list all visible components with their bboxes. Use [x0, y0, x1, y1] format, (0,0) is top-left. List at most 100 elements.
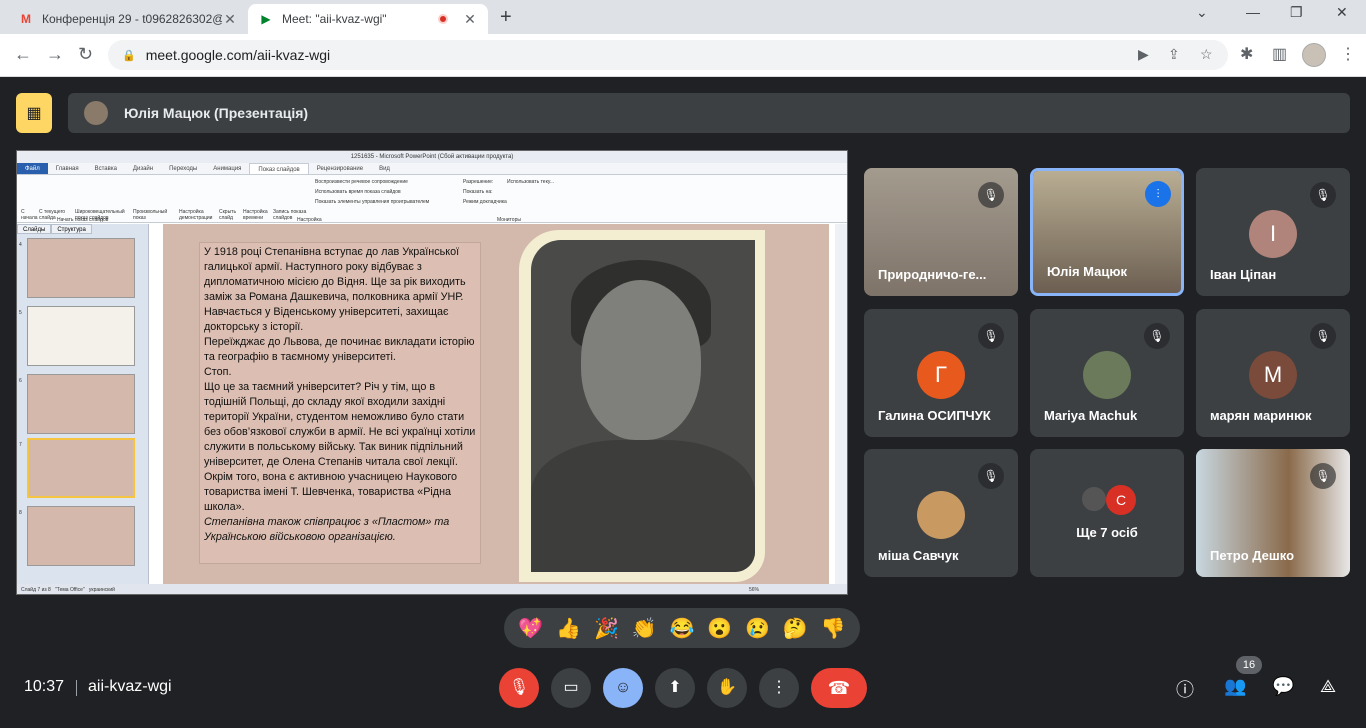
status-slide: Слайд 7 из 8 [21, 587, 51, 593]
camera-blocked-icon[interactable]: ▶ [1138, 46, 1149, 63]
participant-tile[interactable]: 🎙 М марян маринюк [1196, 309, 1350, 437]
party-reaction[interactable]: 🎉 [594, 616, 619, 641]
activities-icon[interactable]: ⟁ [1320, 676, 1336, 697]
slide-paragraph: Переїжджає до Львова, де починає виклада… [204, 336, 475, 363]
participant-name: марян маринюк [1210, 408, 1312, 423]
ppt-status-bar: Слайд 7 из 8 "Тема Office" украинский 56… [17, 584, 847, 594]
camera-toggle-button[interactable]: ▭ [551, 668, 591, 708]
slide-thumbnails: Слайды Структура 4 5 6 7 8 [17, 224, 149, 586]
ribbon-label: Использовать теку... [507, 179, 554, 185]
stop-presenting-icon[interactable]: ▦ [16, 93, 52, 133]
participant-name: Петро Дешко [1210, 548, 1295, 563]
ribbon-label: Воспроизвести речевое сопровождение [315, 179, 408, 185]
thumbs-up-reaction[interactable]: 👍 [556, 616, 581, 641]
address-bar[interactable]: 🔒 meet.google.com/aii-kvaz-wgi [108, 40, 1228, 70]
participant-tile[interactable]: 🎙 І Іван Ціпан [1196, 168, 1350, 296]
close-icon[interactable]: ✕ [462, 11, 478, 28]
back-icon[interactable]: ← [14, 44, 32, 65]
new-tab-button[interactable]: + [500, 6, 512, 29]
status-theme: "Тема Office" [55, 587, 85, 593]
heart-reaction[interactable]: 💖 [518, 616, 543, 641]
minimize-button[interactable]: — [1246, 4, 1260, 20]
ribbon-label: Разрешение: [463, 179, 494, 185]
participant-tile-speaking[interactable]: ⫶ Юлія Мацюк [1030, 168, 1184, 296]
surprised-reaction[interactable]: 😮 [707, 616, 732, 641]
presenter-bar: Юлія Мацюк (Презентація) [68, 93, 1350, 133]
more-options-button[interactable]: ⋮ [759, 668, 799, 708]
thumb-number: 4 [19, 242, 22, 248]
participant-tile[interactable]: 🎙 Природничо-ге... [864, 168, 1018, 296]
ribbon-label: Режим докладчика [463, 199, 507, 205]
close-window-button[interactable]: ✕ [1336, 4, 1348, 21]
mic-toggle-button[interactable]: 🎙 [499, 668, 539, 708]
slide-paragraph: У 1918 році Степанівна вступає до лав Ук… [204, 246, 466, 333]
tab-meet[interactable]: ▶ Meet: "aii-kvaz-wgi" ✕ [248, 4, 488, 34]
tab-bar: M Конференція 29 - t0962826302@ ✕ ▶ Meet… [0, 0, 1366, 34]
restore-button[interactable]: ❐ [1290, 4, 1303, 21]
end-call-button[interactable]: ☎ [811, 668, 867, 708]
ribbon-label: С начала [21, 209, 38, 221]
clap-reaction[interactable]: 👏 [632, 616, 657, 641]
slide-thumbnail [27, 238, 135, 298]
ribbon-label: Скрыть слайд [219, 209, 237, 221]
slide-thumbnail [27, 374, 135, 434]
ribbon-label: Настройка времени [243, 209, 268, 221]
avatar: М [1249, 351, 1297, 399]
thumbs-down-reaction[interactable]: 👎 [821, 616, 846, 641]
ppt-window-title: 1251635 - Microsoft PowerPoint (Сбой акт… [17, 151, 847, 163]
thumb-number: 8 [19, 510, 22, 516]
star-icon[interactable]: ☆ [1200, 46, 1213, 63]
mic-off-icon: 🎙 [1310, 463, 1336, 489]
tab-gmail[interactable]: M Конференція 29 - t0962826302@ ✕ [8, 4, 248, 34]
info-icon[interactable]: ⓘ [1176, 676, 1194, 702]
close-icon[interactable]: ✕ [222, 11, 238, 28]
share-icon[interactable]: ⇪ [1168, 46, 1180, 63]
sad-reaction[interactable]: 😢 [745, 616, 770, 641]
ribbon-tab: Дизайн [132, 166, 154, 172]
current-slide: У 1918 році Степанівна вступає до лав Ук… [163, 224, 829, 584]
thumb-number: 6 [19, 378, 22, 384]
slide-thumbnail-selected [27, 438, 135, 498]
portrait-photo [531, 240, 755, 572]
ribbon-label: Использовать время показа слайдов [315, 189, 401, 195]
profile-avatar[interactable] [1302, 43, 1326, 67]
more-participants-tile[interactable]: С Ще 7 осіб [1030, 449, 1184, 577]
reactions-bar: 💖 👍 🎉 👏 😂 😮 😢 🤔 👎 [504, 608, 860, 648]
extensions-icon[interactable]: ✱ [1240, 44, 1253, 64]
mic-off-icon: 🎙 [1144, 323, 1170, 349]
present-button[interactable]: ⬆ [655, 668, 695, 708]
raise-hand-button[interactable]: ✋ [707, 668, 747, 708]
chat-icon[interactable]: 💬 [1272, 676, 1294, 697]
portrait-frame [519, 230, 765, 582]
ppt-ribbon-tabs: Файл Главная Вставка Дизайн Переходы Ани… [17, 163, 847, 175]
url-text: meet.google.com/aii-kvaz-wgi [145, 47, 331, 63]
forward-icon[interactable]: → [46, 44, 64, 65]
laugh-reaction[interactable]: 😂 [669, 616, 694, 641]
ribbon-tab: Вид [379, 166, 390, 172]
menu-icon[interactable]: ⋮ [1340, 44, 1356, 64]
mic-off-icon: 🎙 [1310, 182, 1336, 208]
participant-tile[interactable]: 🎙 Г Галина ОСИПЧУК [864, 309, 1018, 437]
people-icon[interactable]: 👥 [1224, 676, 1246, 697]
reactions-button[interactable]: ☺ [603, 668, 643, 708]
ribbon-tab: Анимация [213, 166, 242, 172]
avatar-photo [917, 491, 965, 539]
participant-tile[interactable]: 🎙 Петро Дешко [1196, 449, 1350, 577]
ribbon-tab: Переходы [169, 166, 198, 172]
participant-name: Іван Ціпан [1210, 267, 1277, 282]
chevron-down-icon[interactable]: ⌄ [1196, 4, 1208, 21]
participant-tile[interactable]: 🎙 Mariya Machuk [1030, 309, 1184, 437]
thumb-tabs: Слайды Структура [17, 224, 148, 234]
scrollbar [835, 224, 847, 584]
mic-off-icon: 🎙 [978, 323, 1004, 349]
avatar-photo [1083, 351, 1131, 399]
thinking-reaction[interactable]: 🤔 [783, 616, 808, 641]
participant-tile[interactable]: 🎙 міша Савчук [864, 449, 1018, 577]
reload-icon[interactable]: ↻ [78, 44, 93, 65]
thumb-tab: Структура [51, 224, 92, 234]
participant-name: Галина ОСИПЧУК [878, 408, 991, 423]
side-panel-icon[interactable]: ▥ [1272, 44, 1287, 64]
status-lang: украинский [88, 587, 115, 593]
ribbon-tab: Показ слайдов [249, 163, 309, 174]
speaking-icon: ⫶ [1145, 181, 1171, 207]
